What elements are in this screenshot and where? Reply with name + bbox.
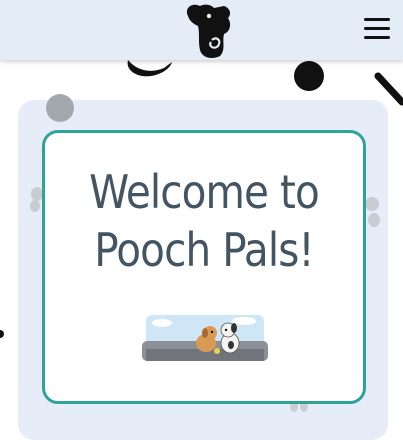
dog-head-logo-icon[interactable] <box>178 2 236 60</box>
decorative-dot-left <box>0 330 4 338</box>
welcome-card: Welcome to Pooch Pals! <box>42 130 366 404</box>
dogs-playing-illustration <box>142 315 268 361</box>
menu-button[interactable] <box>364 18 390 42</box>
menu-bar <box>364 27 390 30</box>
decorative-dot-large <box>294 61 324 91</box>
decorative-dot-gray <box>46 94 74 122</box>
menu-bar <box>364 18 390 21</box>
top-header <box>0 0 403 60</box>
menu-bar <box>364 36 390 39</box>
welcome-title: Welcome to Pooch Pals! <box>89 165 320 277</box>
